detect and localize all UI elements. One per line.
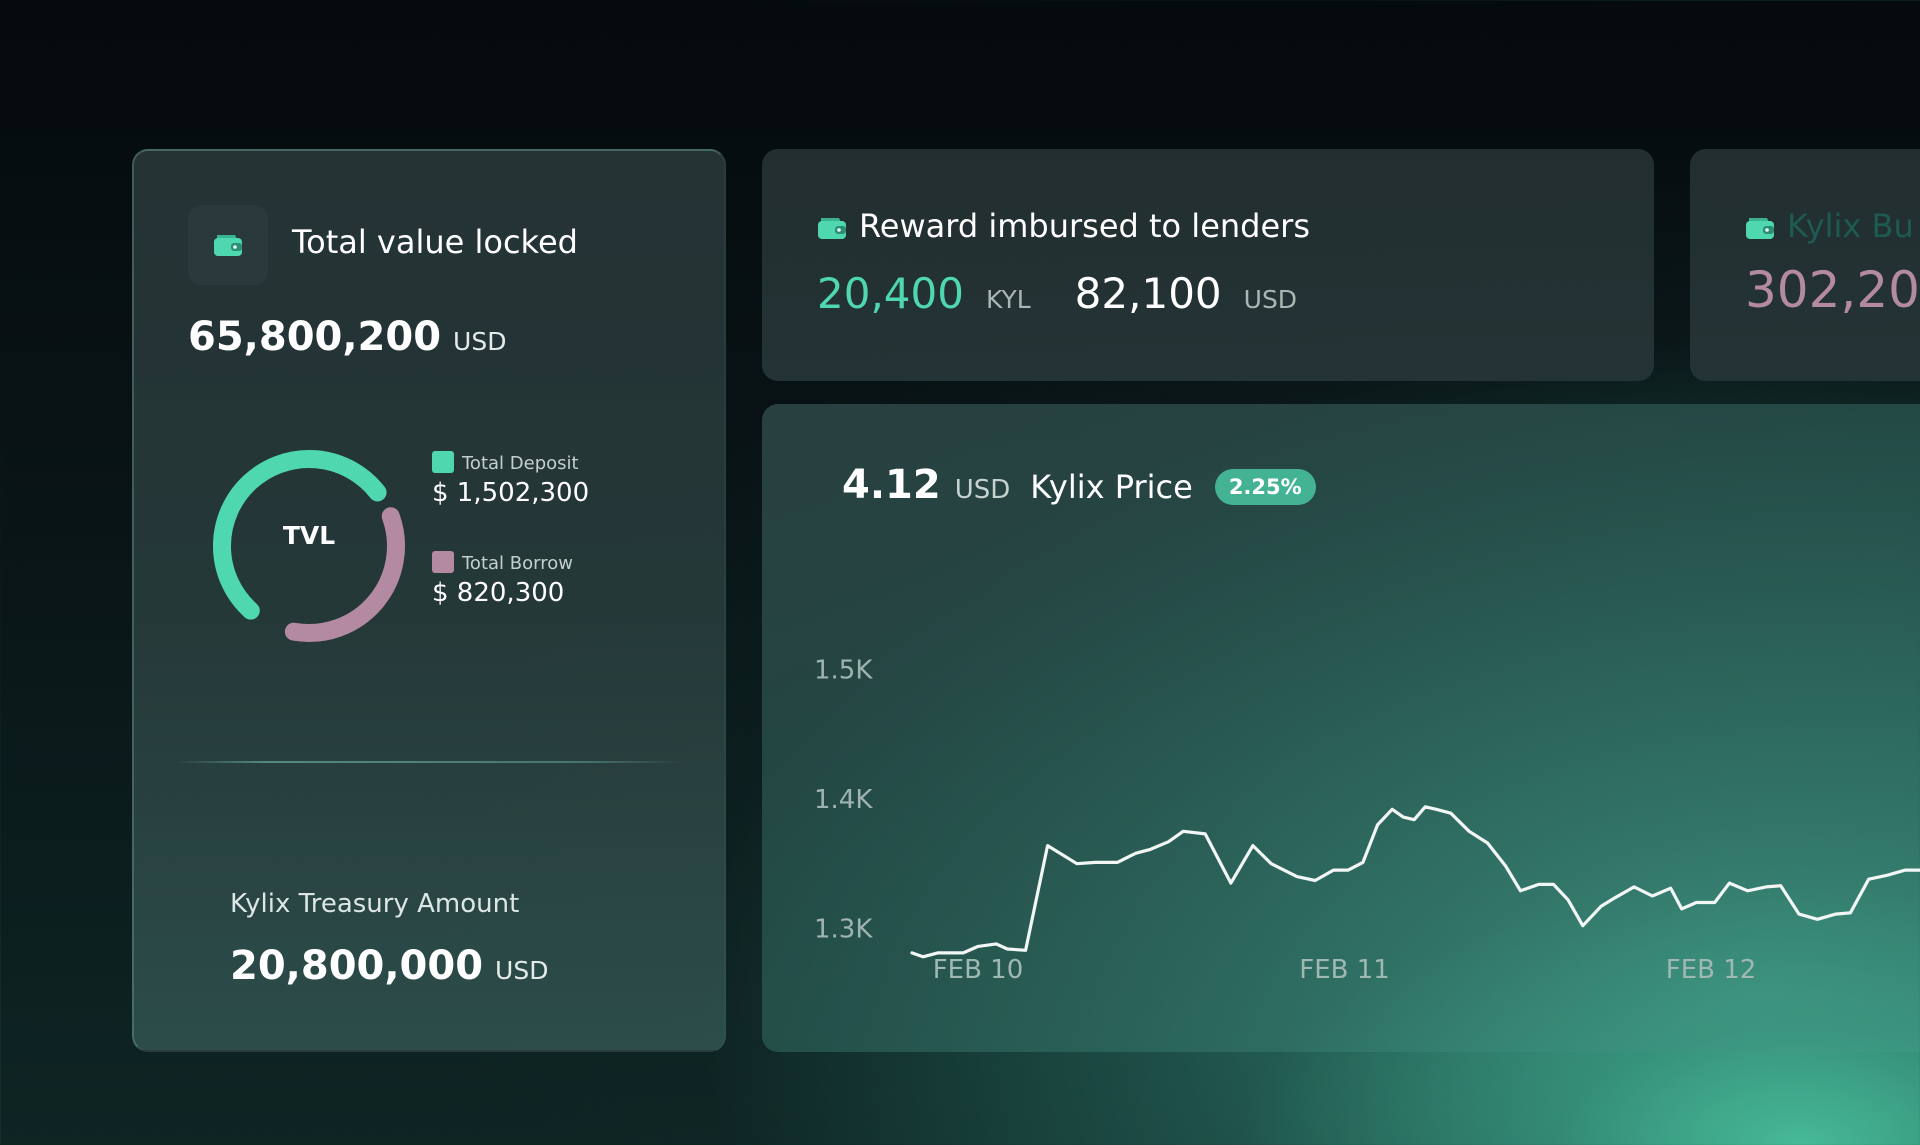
legend-borrow-label: Total Borrow bbox=[462, 553, 573, 574]
y-tick-label: 1.4K bbox=[814, 785, 873, 815]
card-divider bbox=[174, 761, 684, 763]
legend-swatch-borrow bbox=[432, 551, 454, 573]
treasury-amount-value: 20,800,000 bbox=[230, 943, 484, 989]
buyback-title: Kylix Bu bbox=[1787, 207, 1914, 245]
donut-center-label: TVL bbox=[282, 521, 336, 550]
y-tick-label: 1.5K bbox=[814, 656, 873, 686]
tvl-card: Total value locked 65,800,200 USD TVL Tot… bbox=[132, 149, 726, 1052]
tvl-title: Total value locked bbox=[292, 223, 578, 261]
price-chart-card: 4.12 USD Kylix Price 2.25% 1.5K 1.4K 1.3K FEB … bbox=[762, 404, 1920, 1052]
reward-kyl-unit: KYL bbox=[985, 285, 1031, 314]
buyback-header: Kylix Bu bbox=[1745, 207, 1914, 245]
y-tick-label: 1.3K bbox=[814, 914, 873, 944]
reward-kyl-value: 20,400 bbox=[817, 269, 964, 318]
x-tick-label: FEB 11 bbox=[1299, 955, 1390, 985]
x-tick-label: FEB 12 bbox=[1666, 955, 1757, 985]
reward-card: Reward imbursed to lenders 20,400 KYL 82,1… bbox=[762, 149, 1654, 381]
x-tick-label: FEB 10 bbox=[933, 955, 1024, 985]
wallet-icon bbox=[214, 235, 242, 256]
legend-deposit-label: Total Deposit bbox=[462, 453, 579, 474]
reward-usd-value: 82,100 bbox=[1074, 269, 1222, 318]
legend-total-deposit: Total Deposit $ 1,502,300 bbox=[432, 451, 589, 508]
legend-swatch-deposit bbox=[432, 451, 454, 473]
wallet-icon-tile bbox=[188, 205, 268, 285]
wallet-icon bbox=[818, 218, 846, 239]
price-line-chart: 1.5K 1.4K 1.3K FEB 10 FEB 11 FEB 12 bbox=[814, 656, 1920, 985]
buyback-card: Kylix Bu 302,200 bbox=[1690, 149, 1920, 381]
treasury-amount-unit: USD bbox=[495, 956, 549, 985]
tvl-amount-value: 65,800,200 bbox=[188, 314, 442, 360]
legend-borrow-value: $ 820,300 bbox=[432, 578, 565, 608]
reward-header: Reward imbursed to lenders bbox=[817, 207, 1310, 245]
reward-usd-unit: USD bbox=[1243, 285, 1298, 314]
reward-values: 20,400 KYL 82,100 USD bbox=[817, 269, 1297, 318]
treasury-label: Kylix Treasury Amount bbox=[230, 889, 520, 919]
buyback-value: 302,200 bbox=[1745, 261, 1920, 319]
reward-title: Reward imbursed to lenders bbox=[859, 207, 1310, 245]
legend-deposit-value: $ 1,502,300 bbox=[432, 478, 590, 508]
price-series-line bbox=[910, 805, 1920, 959]
tvl-amount-unit: USD bbox=[453, 327, 507, 356]
legend-total-borrow: Total Borrow $ 820,300 bbox=[432, 551, 573, 608]
tvl-amount: 65,800,200 USD bbox=[188, 314, 506, 360]
treasury-amount: 20,800,000 USD bbox=[230, 943, 548, 989]
wallet-icon bbox=[1746, 218, 1774, 239]
